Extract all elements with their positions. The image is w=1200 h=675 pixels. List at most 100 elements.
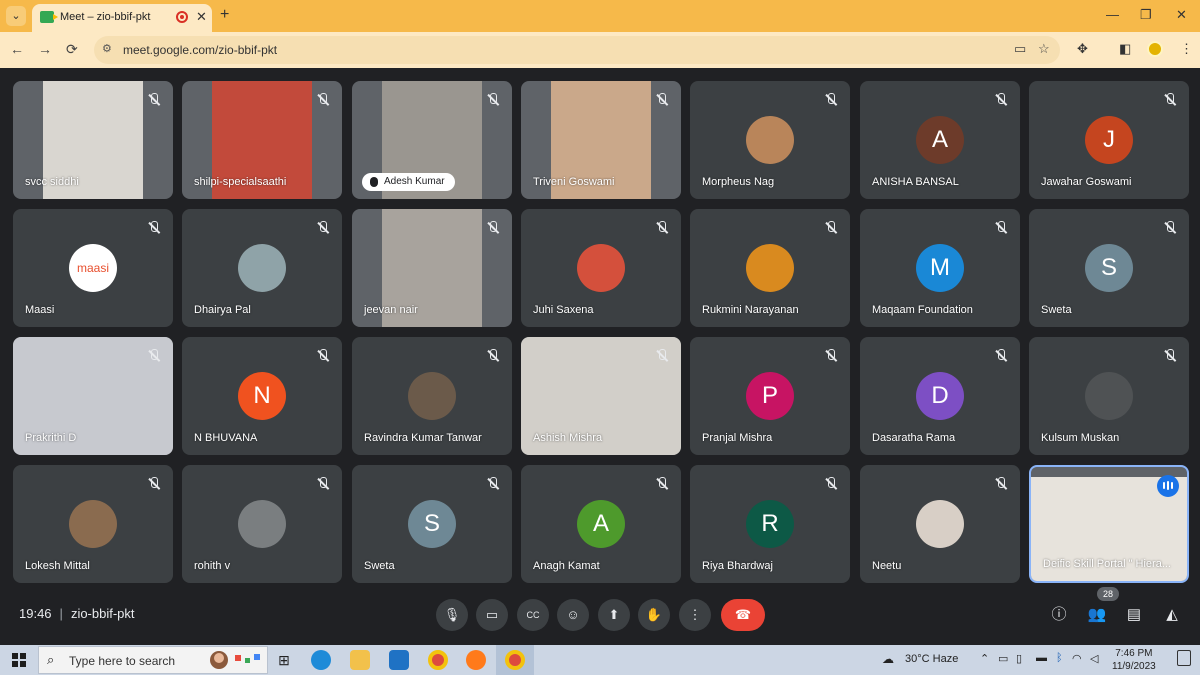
participant-tile[interactable]: Neetu [860,465,1020,583]
taskbar-search-placeholder: Type here to search [69,654,176,668]
weather-text[interactable]: 30°C Haze [905,653,958,665]
participant-name: Lokesh Mittal [25,560,90,572]
participant-tile[interactable]: D Dasaratha Rama [860,337,1020,455]
site-settings-icon[interactable]: ⚙ [102,42,118,58]
reload-button[interactable]: ⟳ [66,41,78,58]
chat-button[interactable]: ▤ [1123,604,1145,626]
browser-toolbar: ← → ⟳ ⚙ meet.google.com/zio-bbif-pkt ▭ ☆ [0,32,1200,68]
avatar [916,500,964,548]
avatar: A [916,116,964,164]
back-button[interactable]: ← [10,41,24,57]
edge-browser-icon[interactable] [311,650,331,670]
participant-tile[interactable]: maasi Maasi [13,209,173,327]
meeting-info-button[interactable]: ⓘ [1048,604,1070,626]
participant-tile[interactable]: svcc siddhi [13,81,173,199]
camera-permission-icon[interactable]: ▭ [1014,41,1026,57]
muted-mic-icon [147,477,161,491]
show-hidden-icons-icon[interactable]: ⌃ [980,652,989,665]
avatar [1085,372,1133,420]
participant-tile[interactable]: J Jawahar Goswami [1029,81,1189,199]
chrome-icon[interactable] [428,650,448,670]
participant-tile[interactable]: rohith v [182,465,342,583]
participant-tile[interactable]: R Riya Bhardwaj [690,465,850,583]
reactions-button[interactable]: ☺ [557,599,589,631]
participant-tile[interactable]: A ANISHA BANSAL [860,81,1020,199]
participant-tile[interactable]: Morpheus Nag [690,81,850,199]
participant-name: Prakrithi D [25,432,77,444]
participant-tile[interactable]: A Anagh Kamat [521,465,681,583]
extensions-icon[interactable]: ✥ [1077,41,1088,57]
muted-mic-icon [1163,349,1177,363]
forward-button[interactable]: → [38,41,52,57]
raise-hand-button[interactable]: ✋ [638,599,670,631]
muted-mic-icon [1163,93,1177,107]
file-explorer-icon[interactable] [350,650,370,670]
participant-name: Maqaam Foundation [872,304,973,316]
avatar: R [746,500,794,548]
tab-search-button[interactable]: ⌄ [6,6,26,26]
taskbar-clock[interactable]: 7:46 PM 11/9/2023 [1112,647,1156,673]
microphone-button[interactable]: 🎙 [436,599,468,631]
chrome-menu-icon[interactable]: ⋮ [1180,41,1193,57]
maximize-button[interactable]: ❐ [1140,7,1152,23]
more-options-button[interactable]: ⋮ [679,599,711,631]
participant-tile[interactable]: Ashish Mishra [521,337,681,455]
participant-tile[interactable]: Kulsum Muskan [1029,337,1189,455]
participant-name: Sweta [364,560,395,572]
tab-close-button[interactable]: ✕ [196,9,207,25]
participant-tile[interactable]: N N BHUVANA [182,337,342,455]
participant-tile[interactable]: Juhi Saxena [521,209,681,327]
participant-tile[interactable]: Deific Skill Portal " Hiera... [1029,465,1189,583]
participant-tile[interactable]: jeevan nair [352,209,512,327]
participant-tile[interactable]: Lokesh Mittal [13,465,173,583]
weather-icon[interactable]: ☁ [882,652,894,666]
mail-icon[interactable] [389,650,409,670]
notifications-icon[interactable] [1177,650,1191,666]
browser-tab[interactable]: Meet – zio-bbif-pkt ✕ [32,4,212,32]
windows-start-icon[interactable] [12,653,26,667]
participant-tile[interactable]: Triveni Goswami [521,81,681,199]
muted-mic-icon [147,221,161,235]
muted-mic-icon [486,477,500,491]
new-tab-button[interactable]: + [220,6,229,24]
muted-mic-icon [824,221,838,235]
volume-icon[interactable]: ◁ [1090,652,1098,665]
firefox-icon[interactable] [466,650,486,670]
wifi-icon[interactable]: ◠ [1072,652,1082,665]
participant-tile[interactable]: P Pranjal Mishra [690,337,850,455]
participant-tile[interactable]: Prakrithi D [13,337,173,455]
participant-tile[interactable]: Dhairya Pal [182,209,342,327]
present-screen-button[interactable]: ⬆ [598,599,630,631]
battery-icon[interactable]: ▬ [1036,652,1047,664]
participant-tile[interactable]: S Sweta [1029,209,1189,327]
address-bar[interactable]: ⚙ meet.google.com/zio-bbif-pkt ▭ ☆ [94,36,1060,64]
participant-tile[interactable]: Adesh Kumar [352,81,512,199]
participant-tile[interactable]: Rukmini Narayanan [690,209,850,327]
minimize-button[interactable]: — [1106,7,1119,22]
participant-tile[interactable]: M Maqaam Foundation [860,209,1020,327]
active-chrome-taskbar-item[interactable] [496,645,534,675]
participant-tile[interactable]: shilpi-specialsaathi [182,81,342,199]
task-view-icon[interactable]: ⊞ [274,650,294,670]
participant-tile[interactable]: S Sweta [352,465,512,583]
leave-call-button[interactable]: ☎ [721,599,765,631]
activities-button[interactable]: ◭ [1161,604,1183,626]
profile-avatar[interactable] [1147,41,1163,57]
taskbar-search-box[interactable]: ⌕ Type here to search [38,646,268,674]
participant-name: Maasi [25,304,55,316]
muted-mic-icon [994,477,1008,491]
muted-mic-icon [486,93,500,107]
bookmark-star-icon[interactable]: ☆ [1038,41,1050,57]
captions-button[interactable]: CC [517,599,549,631]
participant-name: Ravindra Kumar Tanwar [364,432,482,444]
participant-tile[interactable]: Ravindra Kumar Tanwar [352,337,512,455]
network-icon[interactable]: ▭ [998,652,1008,665]
device-icon[interactable]: ▯ [1016,652,1022,665]
participant-name: Morpheus Nag [702,176,775,188]
camera-button[interactable]: ▭ [476,599,508,631]
muted-mic-icon [147,349,161,363]
side-panel-icon[interactable]: ◧ [1119,41,1131,57]
bluetooth-icon[interactable]: ᛒ [1056,652,1063,664]
window-close-button[interactable]: ✕ [1176,7,1187,23]
people-button[interactable]: 👥 [1086,604,1108,626]
